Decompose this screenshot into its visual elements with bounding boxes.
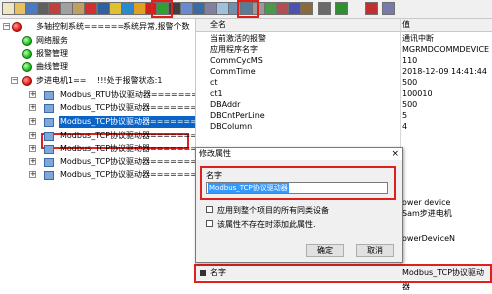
expand-icon[interactable]: +	[29, 132, 36, 139]
name-input-value: Modbus_TCP协议驱动器	[208, 183, 289, 193]
highlight-box-toolbar-left	[151, 0, 173, 18]
grid-row[interactable]: ct1 100010	[196, 88, 492, 99]
create-if-missing-label: 该属性不存在时添加此属性.	[217, 220, 316, 229]
grid-value: MGRMDCOMMDEVICE	[402, 45, 490, 54]
tree-driver-label: Modbus_RTU协议驱动器=======	[60, 90, 196, 99]
driver-icon	[44, 91, 54, 100]
tree-driver-label: Modbus_TCP协议驱动器=======	[60, 103, 196, 112]
grid-value: 2018-12-09 14:41:44	[402, 67, 487, 76]
grid-value: 100010	[402, 89, 433, 98]
dialog-title: 修改属性	[199, 149, 231, 158]
apply-all-checkbox[interactable]	[206, 206, 213, 213]
tree-driver-label: Modbus_TCP协议驱动器=======	[60, 170, 196, 179]
tree-motor-label: 步进电机1==	[36, 76, 87, 85]
grid-value: ower device	[402, 198, 451, 207]
driver-icon	[44, 118, 54, 127]
tree-item-label: 曲线管理	[36, 62, 68, 71]
grid-row[interactable]: CommTime 2018-12-09 14:41:44	[196, 66, 492, 77]
grid-header: 全名 值	[196, 19, 492, 32]
grid-key: DBColumn	[210, 122, 253, 131]
grid-key: 应用程序名字	[210, 45, 258, 54]
grid-value: 4	[402, 122, 408, 131]
collapse-icon[interactable]: −	[3, 23, 10, 30]
tree-motor-status: !!!处于报警状态:1	[97, 76, 163, 85]
window-icon[interactable]	[382, 2, 395, 15]
tree-item-label: 报警管理	[36, 49, 68, 58]
device-tree: − 多轴控制系统====== 系统异常,报警个数 网络服务 报警管理 曲线管理 …	[0, 19, 196, 283]
expand-icon[interactable]: +	[29, 145, 36, 152]
expand-icon[interactable]: +	[29, 171, 36, 178]
grid-row[interactable]: 当前激活的报警 通讯中断	[196, 33, 492, 44]
grid-row[interactable]: ct 500	[196, 77, 492, 88]
driver-icon	[44, 132, 54, 141]
grid-row[interactable]: CommCycMS 110	[196, 55, 492, 66]
close-icon[interactable]: ×	[391, 148, 399, 160]
expand-icon[interactable]: +	[29, 118, 36, 125]
highlight-box-name-row	[194, 264, 492, 283]
grid-row[interactable]: 应用程序名字 MGRMDCOMMDEVICE	[196, 44, 492, 55]
tree-root-label: 多轴控制系统======	[36, 22, 125, 31]
grid-key: ct	[210, 78, 218, 87]
name-label: 名字	[206, 171, 222, 180]
grid-value: 通讯中断	[402, 34, 434, 43]
tree-item-label: 网络服务	[36, 36, 68, 45]
cancel-button[interactable]: 取消	[356, 244, 394, 257]
expand-icon[interactable]: +	[29, 158, 36, 165]
stop-icon[interactable]	[365, 2, 378, 15]
grid-value: 500	[402, 100, 418, 109]
status-red-icon	[22, 76, 32, 86]
create-if-missing-checkbox[interactable]	[206, 220, 213, 227]
driver-icon	[44, 171, 54, 180]
grid-key: CommCycMS	[210, 56, 263, 65]
grid-value: Sam步进电机	[402, 209, 452, 218]
dialog-title-bar: 修改属性 ×	[196, 148, 402, 160]
tree-driver-label: Modbus_TCP协议驱动器=======	[60, 131, 196, 140]
tree-driver-label: Modbus_TCP协议驱动器=======	[60, 157, 196, 166]
status-green-icon	[22, 49, 32, 59]
driver-icon	[44, 158, 54, 167]
grid-row[interactable]: DBColumn 4	[196, 121, 492, 132]
expand-icon[interactable]: +	[29, 91, 36, 98]
driver-icon	[44, 145, 54, 154]
config-icon[interactable]	[300, 2, 313, 15]
tree-driver-label: Modbus_TCP协议驱动器=======	[59, 116, 196, 128]
status-green-icon	[22, 62, 32, 72]
grid-row[interactable]: DBCntPerLine 5	[196, 110, 492, 121]
apply-all-label: 应用到整个项目的所有同类设备	[217, 206, 329, 215]
ok-button[interactable]: 确定	[306, 244, 344, 257]
grid-value: 5	[402, 111, 408, 120]
modify-property-dialog: 修改属性 × 名字 Modbus_TCP协议驱动器 应用到整个项目的所有同类设备…	[195, 147, 403, 263]
status-green-icon	[22, 36, 32, 46]
tree-root-status: 系统异常,报警个数	[123, 22, 190, 31]
collapse-icon[interactable]: −	[11, 77, 18, 84]
grid-row[interactable]: DBAddr 500	[196, 99, 492, 110]
grid-key: DBAddr	[210, 100, 241, 109]
highlight-box-toolbar-right	[237, 0, 259, 18]
status-red-icon	[12, 22, 22, 32]
grid-value: 110	[402, 56, 418, 65]
run-icon[interactable]	[335, 2, 348, 15]
name-input[interactable]: Modbus_TCP协议驱动器	[206, 182, 388, 194]
grid-key: 当前激活的报警	[210, 34, 266, 43]
grid-key: ct1	[210, 89, 223, 98]
driver-icon	[44, 104, 54, 113]
toolbar	[0, 0, 492, 19]
grid-key: CommTime	[210, 67, 256, 76]
log-icon[interactable]	[318, 2, 331, 15]
header-value[interactable]: 值	[402, 19, 410, 31]
expand-icon[interactable]: +	[29, 104, 36, 111]
grid-value: 500	[402, 78, 418, 87]
tree-driver-label: Modbus_TCP协议驱动器=======	[60, 144, 196, 153]
grid-value: owerDeviceN	[402, 234, 455, 243]
header-name[interactable]: 全名	[210, 19, 226, 31]
delete-icon[interactable]	[84, 2, 97, 15]
grid-key: DBCntPerLine	[210, 111, 265, 120]
